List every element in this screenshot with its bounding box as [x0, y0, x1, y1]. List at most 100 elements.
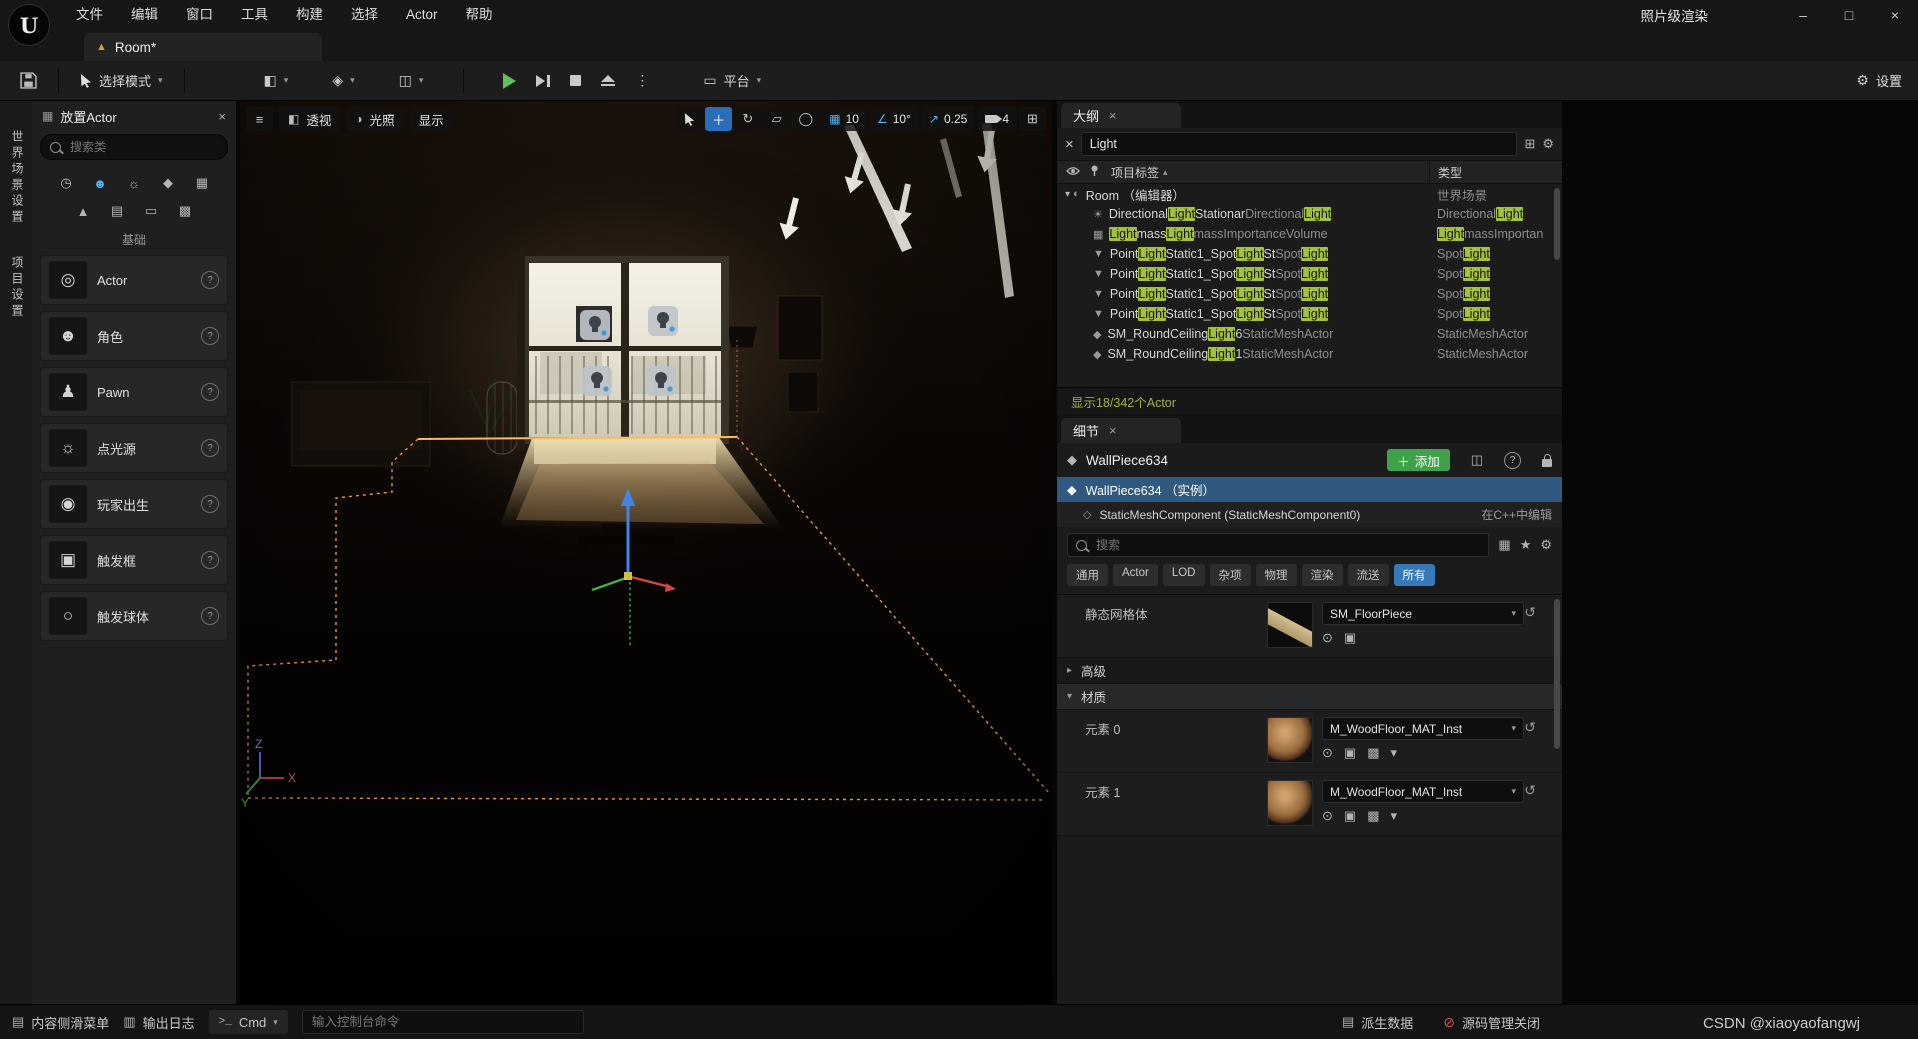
- browse-to-asset-icon[interactable]: ⊙: [1322, 745, 1333, 761]
- perspective-dropdown[interactable]: ◧透视: [279, 107, 340, 131]
- outliner-row-spot[interactable]: ▼PointLightStatic1_SpotLightStSpotLightS…: [1057, 264, 1562, 284]
- filter-chip-杂项[interactable]: 杂项: [1210, 564, 1251, 586]
- category-all-classes-icon[interactable]: ▩: [173, 200, 197, 222]
- browse-to-asset-icon[interactable]: ⊙: [1322, 630, 1333, 646]
- category-volumes-icon[interactable]: ▭: [139, 200, 163, 222]
- category-visual-effects-icon[interactable]: ▲: [71, 200, 95, 222]
- details-settings-gear-icon[interactable]: ⚙: [1540, 537, 1552, 553]
- rotation-snap-control[interactable]: ∠10°: [869, 107, 919, 131]
- use-selected-asset-icon[interactable]: ▣: [1344, 808, 1356, 824]
- advanced-section-row[interactable]: ▸ 高级: [1057, 658, 1562, 684]
- outliner-row-dirlight[interactable]: ☀DirectionalLightStationarDirectionalLig…: [1057, 204, 1562, 224]
- category-geometry-icon[interactable]: ▤: [105, 200, 129, 222]
- close-icon[interactable]: ×: [1109, 423, 1117, 438]
- maximize-viewport-button[interactable]: ⊞: [1019, 107, 1046, 131]
- tab-outliner[interactable]: 大纲 ×: [1061, 103, 1181, 128]
- material-picker-icon[interactable]: ▩: [1367, 808, 1379, 824]
- material-asset-select[interactable]: M_WoodFloor_MAT_Inst▾: [1322, 780, 1524, 803]
- place-item-pawn[interactable]: ♟Pawn?: [40, 367, 228, 417]
- side-tab-项目设置[interactable]: 项目设置: [9, 256, 26, 320]
- help-icon[interactable]: ?: [201, 383, 219, 401]
- use-selected-asset-icon[interactable]: ▣: [1344, 630, 1356, 646]
- filter-chip-通用[interactable]: 通用: [1067, 564, 1108, 586]
- cinematics-dropdown[interactable]: ◫▾: [391, 68, 432, 93]
- menu-item-帮助[interactable]: 帮助: [452, 0, 507, 30]
- details-search-box[interactable]: [1067, 533, 1489, 557]
- frame-skip-button[interactable]: [528, 71, 558, 91]
- photoreal-render-button[interactable]: 照片级渲染: [1641, 5, 1709, 25]
- category-shapes-icon[interactable]: ◆: [156, 172, 180, 194]
- place-item-point-light[interactable]: ☼点光源?: [40, 423, 228, 473]
- play-button[interactable]: [495, 69, 524, 93]
- clear-search-icon[interactable]: ×: [1065, 136, 1074, 153]
- menu-item-Actor[interactable]: Actor: [392, 0, 452, 30]
- launch-button[interactable]: [593, 71, 623, 91]
- show-dropdown[interactable]: 显示: [410, 107, 453, 131]
- unreal-logo-icon[interactable]: U: [8, 4, 50, 46]
- play-options-button[interactable]: ⋮: [627, 68, 657, 93]
- outliner-row-spot[interactable]: ▼PointLightStatic1_SpotLightStSpotLightS…: [1057, 284, 1562, 304]
- grid-snap-control[interactable]: ▦10: [821, 107, 867, 131]
- add-component-button[interactable]: ＋添加: [1387, 449, 1450, 471]
- lock-icon[interactable]: [1542, 454, 1552, 467]
- materials-section-row[interactable]: ▾ 材质: [1057, 684, 1562, 710]
- scale-tool-button[interactable]: ▱: [763, 107, 790, 131]
- instance-row[interactable]: ◆ WallPiece634 （实例）: [1057, 477, 1562, 502]
- material-thumbnail[interactable]: [1267, 780, 1313, 826]
- menu-item-编辑[interactable]: 编辑: [117, 0, 172, 30]
- tab-details[interactable]: 细节 ×: [1061, 418, 1181, 443]
- use-selected-asset-icon[interactable]: ▣: [1344, 745, 1356, 761]
- reset-to-default-icon[interactable]: ↺: [1524, 719, 1536, 736]
- save-button[interactable]: [12, 68, 45, 93]
- filter-chip-所有[interactable]: 所有: [1394, 564, 1435, 586]
- help-icon[interactable]: ?: [201, 607, 219, 625]
- menu-item-文件[interactable]: 文件: [62, 0, 117, 30]
- menu-item-选择[interactable]: 选择: [337, 0, 392, 30]
- menu-item-构建[interactable]: 构建: [282, 0, 337, 30]
- tab-room-level[interactable]: ▲ Room*: [84, 33, 322, 61]
- place-item-box-trigger[interactable]: ▣触发框?: [40, 535, 228, 585]
- stop-button[interactable]: [562, 71, 589, 90]
- details-scrollbar[interactable]: [1554, 599, 1560, 749]
- menu-item-工具[interactable]: 工具: [227, 0, 282, 30]
- details-search-input[interactable]: [1094, 537, 1480, 553]
- edit-in-cpp-link[interactable]: 在C++中编辑: [1481, 506, 1552, 523]
- more-options-icon[interactable]: ▾: [1391, 808, 1398, 824]
- browse-to-asset-icon[interactable]: ⊙: [1322, 808, 1333, 824]
- camera-speed-control[interactable]: 4: [977, 107, 1017, 131]
- outliner-row-spot[interactable]: ▼PointLightStatic1_SpotLightStSpotLightS…: [1057, 244, 1562, 264]
- viewport-scene[interactable]: Z X Y: [240, 100, 1052, 1005]
- category-grid-icon[interactable]: ▦: [1498, 537, 1510, 553]
- help-icon[interactable]: ?: [201, 271, 219, 289]
- place-item-player-start[interactable]: ◉玩家出生?: [40, 479, 228, 529]
- visibility-column-eye-icon[interactable]: [1066, 165, 1080, 179]
- content-drawer-button[interactable]: ▤ 内容侧滑菜单: [12, 1013, 109, 1032]
- maximize-button[interactable]: □: [1826, 0, 1872, 30]
- expander-icon[interactable]: ▾: [1065, 189, 1070, 200]
- minimize-button[interactable]: –: [1780, 0, 1826, 30]
- blueprints-dropdown[interactable]: ◈▾: [324, 68, 362, 93]
- viewport-options-button[interactable]: ≡: [246, 107, 273, 131]
- material-thumbnail[interactable]: [1267, 717, 1313, 763]
- outliner-scrollbar[interactable]: [1554, 188, 1560, 260]
- help-icon[interactable]: ?: [201, 495, 219, 513]
- move-tool-button[interactable]: ＋: [705, 107, 732, 131]
- material-asset-select[interactable]: M_WoodFloor_MAT_Inst▾: [1322, 717, 1524, 740]
- static-mesh-thumbnail[interactable]: [1267, 602, 1313, 648]
- help-icon[interactable]: ?: [201, 551, 219, 569]
- reset-to-default-icon[interactable]: ↺: [1524, 782, 1536, 799]
- filter-chip-流送[interactable]: 流送: [1348, 564, 1389, 586]
- console-command-input[interactable]: [302, 1010, 584, 1034]
- type-column-header[interactable]: 类型: [1429, 161, 1462, 183]
- more-options-icon[interactable]: ▾: [1391, 745, 1398, 761]
- component-row[interactable]: ◇ StaticMeshComponent (StaticMeshCompone…: [1057, 502, 1562, 527]
- place-search-box[interactable]: [40, 134, 228, 160]
- close-icon[interactable]: ×: [1109, 108, 1117, 123]
- outliner-row-world[interactable]: ▾◐Room （编辑器）世界场景: [1057, 184, 1562, 204]
- item-label-column-header[interactable]: 项目标签: [1111, 164, 1159, 181]
- outliner-search-input[interactable]: [1081, 132, 1518, 156]
- help-icon[interactable]: ?: [1504, 452, 1521, 469]
- console-type-dropdown[interactable]: >_ Cmd ▾: [209, 1010, 288, 1034]
- output-log-button[interactable]: ▥ 输出日志: [123, 1013, 194, 1032]
- help-icon[interactable]: ?: [201, 439, 219, 457]
